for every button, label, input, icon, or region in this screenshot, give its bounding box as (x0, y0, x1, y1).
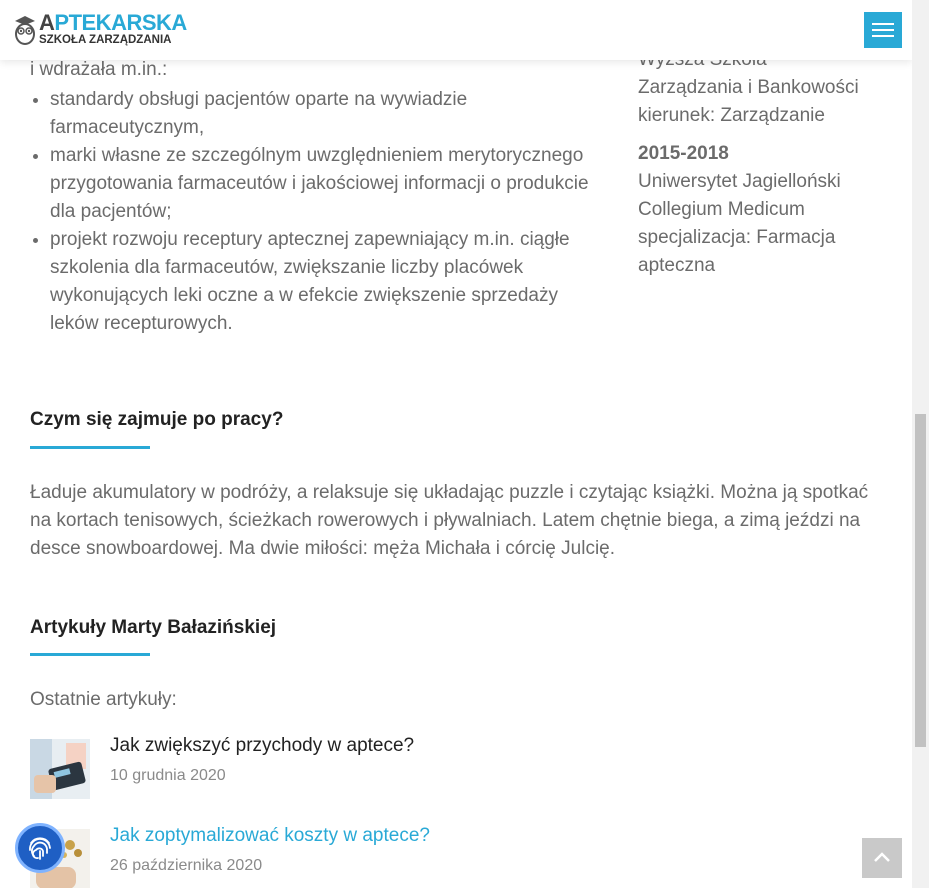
page-content: i wdrażała m.in.: standardy obsługi pacj… (0, 0, 912, 888)
list-item: projekt rozwoju receptury aptecznej zape… (50, 226, 590, 338)
article-item: Jak zoptymalizować koszty w aptece? 26 p… (30, 825, 870, 888)
experience-section: i wdrażała m.in.: standardy obsługi pacj… (30, 56, 590, 338)
site-logo[interactable]: APTEKARSKA SZKOŁA ZARZĄDZANIA (14, 12, 187, 48)
logo-title: APTEKARSKA (39, 10, 187, 35)
hobby-text: Ładuje akumulatory w podróży, a relaksuj… (30, 482, 869, 559)
page-scrollbar[interactable] (912, 0, 929, 888)
education-field: apteczna (638, 255, 716, 276)
heading-underline (30, 653, 150, 656)
logo-subtitle: SZKOŁA ZARZĄDZANIA (39, 34, 172, 46)
card-terminal-image (30, 739, 90, 799)
chevron-up-icon (874, 852, 890, 862)
education-field: kierunek: Zarządzanie (638, 105, 825, 126)
heading-underline (30, 446, 150, 449)
education-field: specjalizacja: Farmacja (638, 227, 836, 248)
article-title-link[interactable]: Jak zoptymalizować koszty w aptece? (110, 825, 430, 847)
education-school-line: Collegium Medicum (638, 199, 805, 220)
education-school-line: Uniwersytet Jagielloński (638, 171, 841, 192)
hobby-heading: Czym się zajmuje po pracy? (30, 409, 284, 430)
menu-button[interactable] (864, 12, 902, 48)
fingerprint-icon (29, 837, 51, 860)
article-thumbnail[interactable] (30, 739, 90, 799)
articles-heading: Artykuły Marty Bałazińskiej (30, 617, 277, 638)
education-section: Wyższa Szkoła Zarządzania i Bankowości k… (638, 46, 888, 280)
article-date: 10 grudnia 2020 (110, 767, 226, 784)
experience-list: standardy obsługi pacjentów oparte na wy… (30, 86, 590, 338)
owl-icon (15, 16, 35, 45)
education-school-line: Zarządzania i Bankowości (638, 77, 859, 98)
education-years: 2015-2018 (638, 143, 729, 164)
experience-intro: i wdrażała m.in.: (30, 59, 168, 80)
scrollbar-thumb[interactable] (915, 414, 926, 747)
fingerprint-widget-button[interactable] (15, 823, 65, 873)
hamburger-menu-icon (872, 23, 894, 25)
article-title-link[interactable]: Jak zwiększyć przychody w aptece? (110, 735, 414, 757)
articles-label: Ostatnie artykuły: (30, 689, 177, 710)
list-item: standardy obsługi pacjentów oparte na wy… (50, 86, 590, 142)
article-item: Jak zwiększyć przychody w aptece? 10 gru… (30, 735, 870, 799)
article-date: 26 października 2020 (110, 857, 263, 874)
list-item: marki własne ze szczególnym uwzględnieni… (50, 142, 590, 226)
site-header: APTEKARSKA SZKOŁA ZARZĄDZANIA (0, 0, 912, 60)
back-to-top-button[interactable] (862, 838, 902, 878)
